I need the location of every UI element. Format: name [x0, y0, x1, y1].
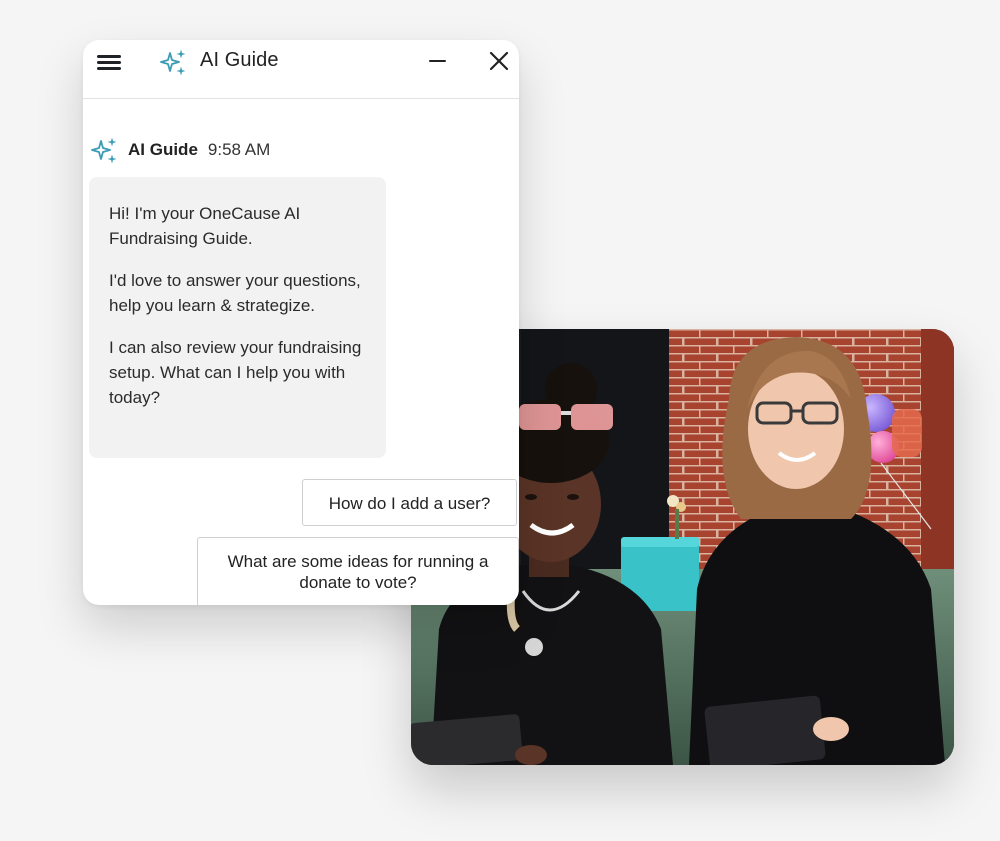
message-paragraph: Hi! I'm your OneCause AI Fundraising Gui…	[109, 204, 301, 248]
chat-header: AI Guide	[83, 40, 519, 99]
suggestion-donate-to-vote-button[interactable]: What are some ideas for running a donate…	[197, 537, 519, 605]
close-icon[interactable]	[487, 49, 511, 73]
hamburger-menu-icon[interactable]	[97, 52, 123, 74]
sender-name: AI Guide	[128, 140, 198, 159]
suggestion-add-user-button[interactable]: How do I add a user?	[302, 479, 517, 526]
message-paragraph: I can also review your fundraising setup…	[109, 338, 362, 407]
chat-title: AI Guide	[200, 49, 279, 71]
message-paragraph: I'd love to answer your questions, help …	[109, 271, 361, 315]
sparkle-icon	[160, 49, 186, 76]
minimize-icon[interactable]	[427, 50, 449, 72]
message-meta: AI Guide 9:58 AM	[91, 137, 271, 164]
sparkle-icon	[91, 137, 117, 164]
assistant-message-bubble: Hi! I'm your OneCause AI Fundraising Gui…	[89, 177, 386, 458]
ai-guide-chat-window: AI Guide AI Guide 9:58 AM Hi! I'm your O…	[83, 40, 519, 605]
message-timestamp: 9:58 AM	[207, 140, 271, 159]
